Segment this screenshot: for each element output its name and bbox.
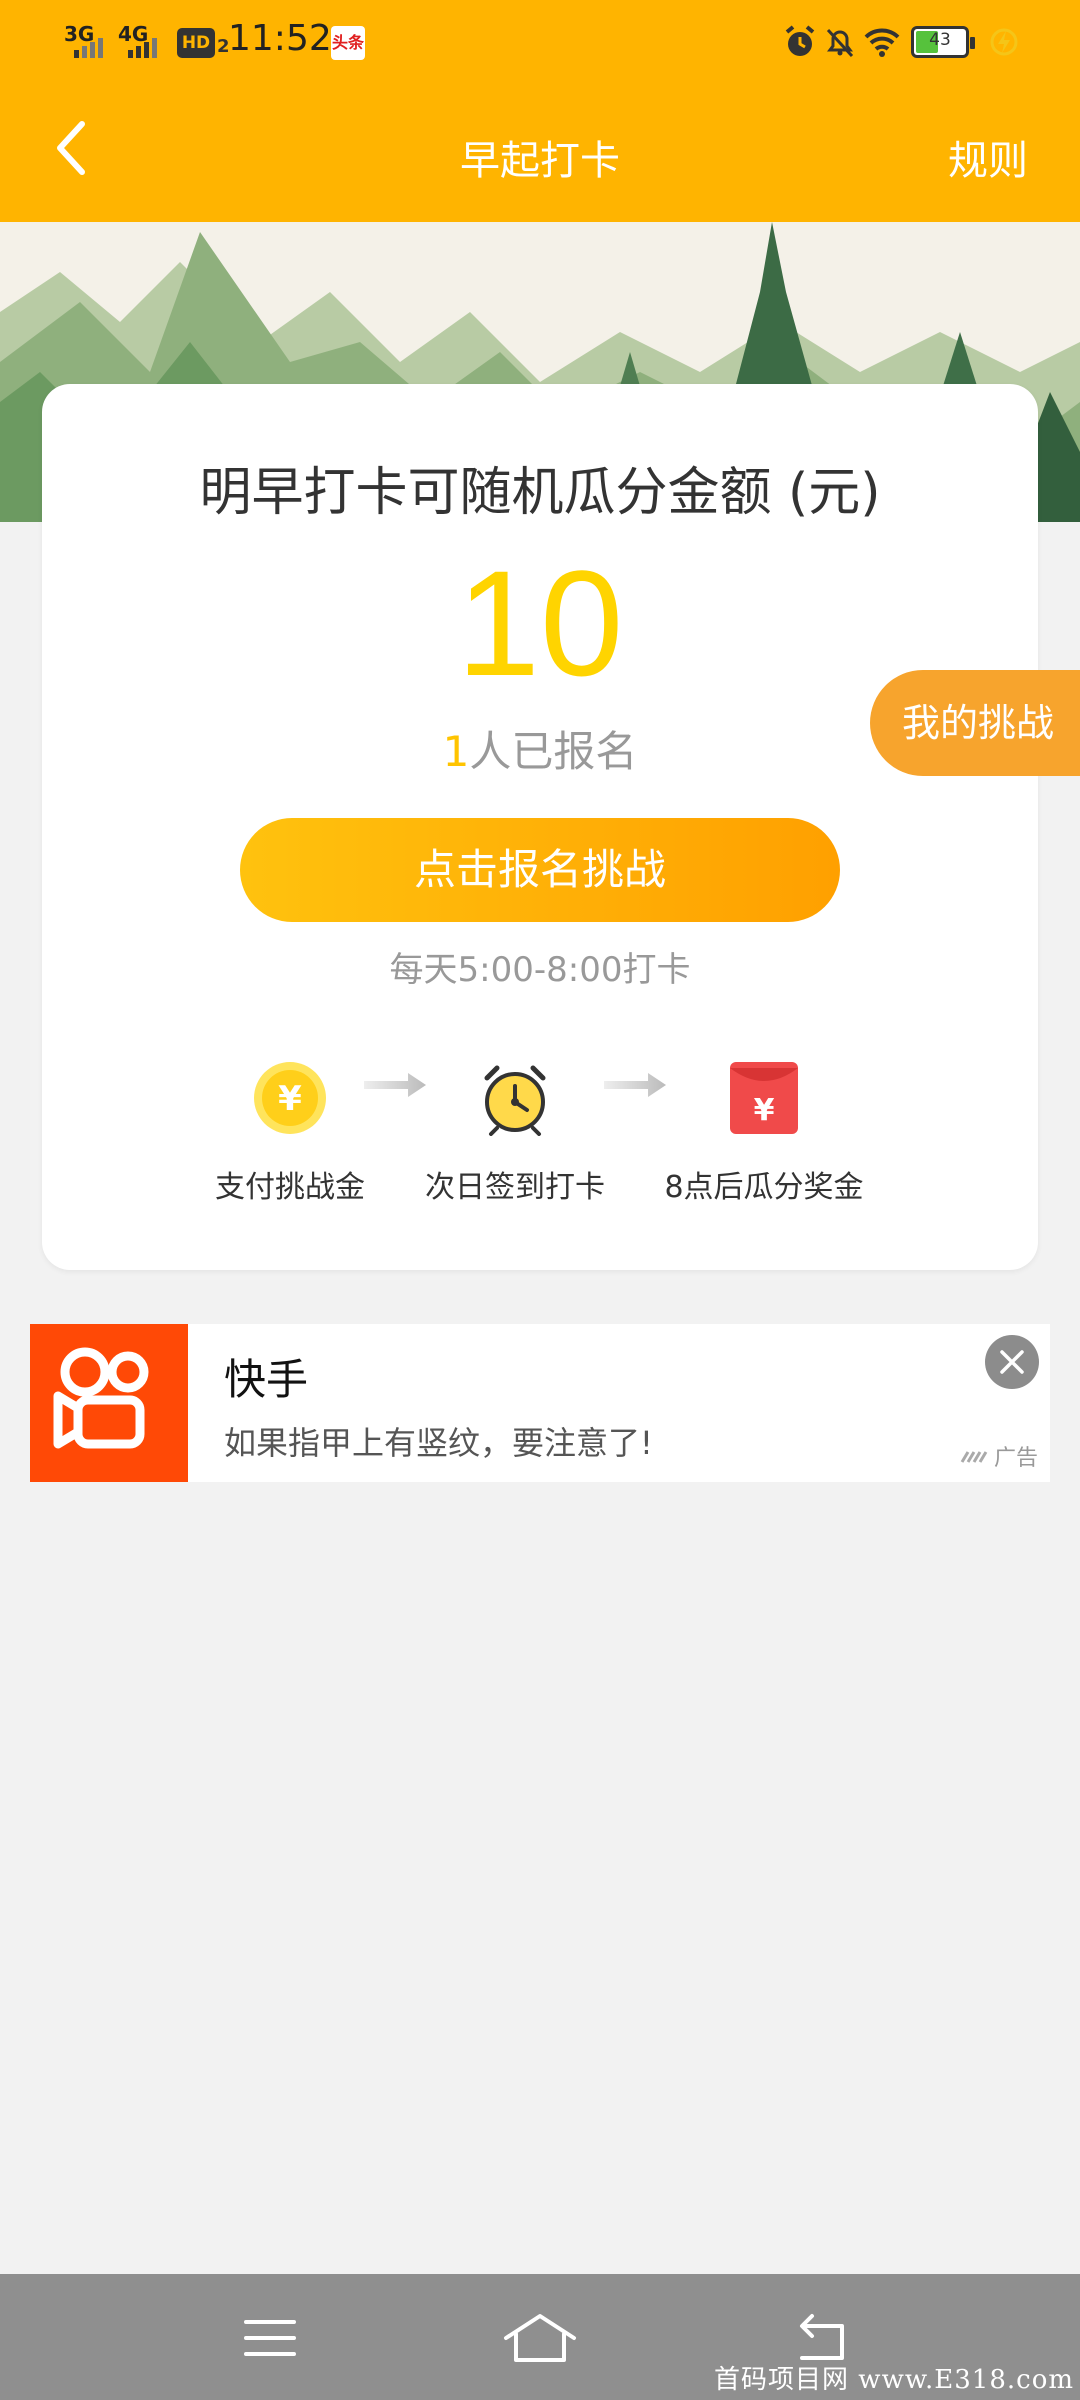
screen: 3G 4G HD 2 11:52 头条 43 早起打卡 规则 明早打卡可随机瓜分…: [0, 0, 1080, 2400]
mute-bell-icon: [826, 28, 854, 58]
signup-count-number: 1: [442, 727, 470, 776]
step-reward-label: 8点后瓜分奖金: [664, 1170, 864, 1205]
status-bar: 3G 4G HD 2 11:52 头条 43: [0, 0, 1080, 86]
ad-title: 快手: [224, 1355, 309, 1404]
charging-icon: [990, 28, 1018, 56]
challenge-card: 明早打卡可随机瓜分金额 (元) 10 1人已报名 点击报名挑战 每天5:00-8…: [42, 384, 1038, 1270]
coin-yuan-icon: ¥: [254, 1062, 326, 1134]
title-bar: 早起打卡 规则: [0, 86, 1080, 222]
ad-close-button[interactable]: [984, 1334, 1040, 1390]
battery-level: 43: [929, 30, 951, 50]
status-time: 11:52: [228, 18, 332, 59]
ad-description: 如果指甲上有竖纹，要注意了!: [224, 1424, 653, 1462]
hd-voice-icon: HD: [177, 28, 215, 58]
my-challenge-button[interactable]: 我的挑战: [870, 670, 1080, 776]
signal-2-icon: [128, 38, 157, 58]
checkin-time-note: 每天5:00-8:00打卡: [389, 950, 691, 990]
news-app-icon: 头条: [331, 26, 365, 60]
step-pay-label: 支付挑战金: [215, 1170, 365, 1205]
svg-text:¥: ¥: [754, 1093, 775, 1128]
pool-heading: 明早打卡可随机瓜分金额 (元): [199, 463, 881, 523]
ad-banner[interactable]: 快手 如果指甲上有竖纹，要注意了! 广告: [30, 1324, 1050, 1482]
watermark-text: 首码项目网 www.E318.com: [714, 2365, 1074, 2395]
ad-tag: 广告: [960, 1440, 1038, 1472]
alarm-icon: [785, 25, 815, 56]
signup-count-suffix: 人已报名: [469, 727, 638, 776]
menu-icon[interactable]: [240, 2310, 300, 2366]
back-nav-icon[interactable]: [792, 2310, 852, 2366]
system-nav-bar: 首码项目网 www.E318.com: [0, 2274, 1080, 2400]
kuaishou-logo-icon: [30, 1324, 188, 1482]
red-envelope-icon: ¥: [730, 1062, 798, 1134]
rules-button[interactable]: 规则: [948, 128, 1028, 186]
page-title: 早起打卡: [460, 138, 620, 184]
svg-text:¥: ¥: [278, 1079, 302, 1119]
alarm-clock-icon: [484, 1065, 546, 1136]
ad-network-icon: [960, 1451, 988, 1463]
battery-icon: 43: [911, 26, 975, 58]
step-reward: ¥ 8点后瓜分奖金: [634, 1060, 894, 1206]
pool-amount: 10: [456, 539, 624, 707]
app-header: 3G 4G HD 2 11:52 头条 43 早起打卡 规则: [0, 0, 1080, 222]
step-checkin-label: 次日签到打卡: [425, 1170, 605, 1205]
signup-challenge-button[interactable]: 点击报名挑战: [240, 818, 840, 922]
home-icon[interactable]: [502, 2310, 578, 2366]
ad-tag-label: 广告: [993, 1446, 1038, 1471]
wifi-icon: [864, 28, 900, 57]
signal-1-icon: [74, 38, 103, 58]
